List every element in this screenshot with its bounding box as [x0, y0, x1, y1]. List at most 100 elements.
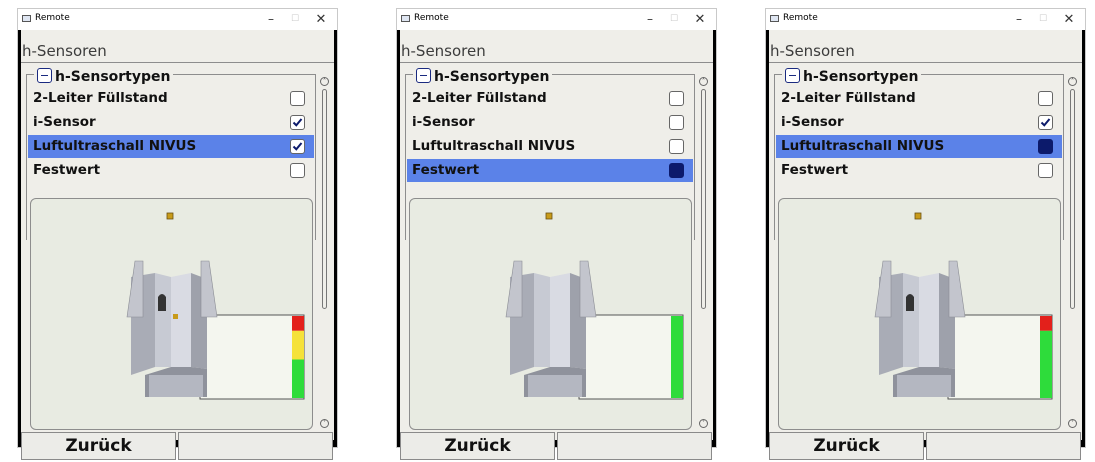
- minimize-button[interactable]: –: [640, 11, 660, 28]
- right-softkey[interactable]: [557, 432, 712, 460]
- scrollbar-thumb[interactable]: [701, 89, 706, 309]
- right-softkey[interactable]: [926, 432, 1081, 460]
- sensor-checkbox[interactable]: [1038, 91, 1053, 106]
- sensor-checkbox[interactable]: [669, 163, 684, 178]
- scroll-up-icon[interactable]: ˄: [699, 77, 708, 86]
- back-softkey[interactable]: Zurück: [21, 432, 176, 460]
- sensor-option-row[interactable]: Luftultraschall NIVUS: [407, 135, 693, 158]
- softkey-bar: Zurück: [769, 432, 1082, 462]
- channel-illustration: [505, 212, 684, 400]
- sensor-checkbox[interactable]: [669, 91, 684, 106]
- scrollbar[interactable]: ˄ ˅: [699, 77, 708, 428]
- remote-window: Remote – ☐ ✕ h-Sensoren h-Sensortypen 2-Leiter…: [765, 8, 1086, 460]
- page-title: h-Sensoren: [769, 40, 1082, 63]
- sensor-option-label: Festwert: [781, 162, 849, 178]
- sensor-option-label: i-Sensor: [412, 114, 475, 130]
- title-bar: Remote – ☐ ✕: [397, 9, 716, 30]
- sensor-checkbox[interactable]: [290, 163, 305, 178]
- channel-illustration: [874, 212, 1053, 400]
- scroll-up-icon[interactable]: ˄: [1068, 77, 1077, 86]
- app-window-icon: [770, 15, 779, 22]
- sensor-checkbox[interactable]: [1038, 115, 1053, 130]
- maximize-button[interactable]: ☐: [664, 11, 684, 28]
- scrollbar[interactable]: ˄ ˅: [320, 77, 329, 428]
- sensor-option-row[interactable]: i-Sensor: [407, 111, 693, 134]
- collapse-minus-icon[interactable]: [416, 68, 431, 83]
- sensor-option-row[interactable]: i-Sensor: [28, 111, 314, 134]
- group-header[interactable]: h-Sensortypen: [34, 68, 174, 86]
- sensor-option-label: Luftultraschall NIVUS: [33, 138, 197, 154]
- sensor-option-label: Festwert: [412, 162, 480, 178]
- right-softkey[interactable]: [178, 432, 333, 460]
- sensor-option-label: Luftultraschall NIVUS: [781, 138, 945, 154]
- window-title: Remote: [35, 13, 70, 23]
- group-title: h-Sensortypen: [803, 69, 919, 85]
- scroll-up-icon[interactable]: ˄: [320, 77, 329, 86]
- sensor-option-label: 2-Leiter Füllstand: [33, 90, 168, 106]
- sensor-checkbox[interactable]: [1038, 163, 1053, 178]
- softkey-bar: Zurück: [400, 432, 713, 462]
- sensor-option-row[interactable]: Festwert: [28, 159, 314, 182]
- scrollbar-thumb[interactable]: [1070, 89, 1075, 309]
- sensor-option-row[interactable]: 2-Leiter Füllstand: [28, 87, 314, 110]
- minimize-button[interactable]: –: [1009, 11, 1029, 28]
- sensor-option-row[interactable]: 2-Leiter Füllstand: [776, 87, 1062, 110]
- sensor-option-label: i-Sensor: [33, 114, 96, 130]
- sensor-option-label: Luftultraschall NIVUS: [412, 138, 576, 154]
- app-window-icon: [401, 15, 410, 22]
- back-softkey[interactable]: Zurück: [769, 432, 924, 460]
- group-header[interactable]: h-Sensortypen: [782, 68, 922, 86]
- close-button[interactable]: ✕: [690, 11, 710, 28]
- sensor-option-row[interactable]: 2-Leiter Füllstand: [407, 87, 693, 110]
- level-chart-frame: [947, 314, 1053, 400]
- sensor-option-label: 2-Leiter Füllstand: [781, 90, 916, 106]
- sensor-option-row[interactable]: Luftultraschall NIVUS: [28, 135, 314, 158]
- sensor-option-row[interactable]: Luftultraschall NIVUS: [776, 135, 1062, 158]
- scroll-down-icon[interactable]: ˅: [699, 419, 708, 428]
- sensor-checkbox[interactable]: [1038, 139, 1053, 154]
- sensor-checkbox[interactable]: [290, 115, 305, 130]
- window-title: Remote: [414, 13, 449, 23]
- scroll-down-icon[interactable]: ˅: [320, 419, 329, 428]
- sensor-marker-icon: [914, 212, 922, 220]
- collapse-minus-icon[interactable]: [785, 68, 800, 83]
- softkey-bar: Zurück: [21, 432, 334, 462]
- sensor-device-icon: [906, 294, 914, 311]
- sensor-marker-icon: [166, 212, 174, 220]
- level-chart-frame: [199, 314, 305, 400]
- scrollbar[interactable]: ˄ ˅: [1068, 77, 1077, 428]
- scroll-down-icon[interactable]: ˅: [1068, 419, 1077, 428]
- sensor-preview-panel: [409, 198, 692, 430]
- device-screen: h-Sensoren h-Sensortypen 2-Leiter Füllstan…: [400, 30, 713, 460]
- sensor-checkbox[interactable]: [669, 139, 684, 154]
- sensor-checkbox[interactable]: [290, 91, 305, 106]
- sensor-option-row[interactable]: i-Sensor: [776, 111, 1062, 134]
- sensor-preview-panel: [778, 198, 1061, 430]
- page-title: h-Sensoren: [21, 40, 334, 63]
- close-button[interactable]: ✕: [311, 11, 331, 28]
- device-screen: h-Sensoren h-Sensortypen 2-Leiter Füllstan…: [769, 30, 1082, 460]
- sensor-preview-panel: [30, 198, 313, 430]
- maximize-button[interactable]: ☐: [285, 11, 305, 28]
- group-header[interactable]: h-Sensortypen: [413, 68, 553, 86]
- back-softkey[interactable]: Zurück: [400, 432, 555, 460]
- sensor-option-label: i-Sensor: [781, 114, 844, 130]
- maximize-button[interactable]: ☐: [1033, 11, 1053, 28]
- remote-window: Remote – ☐ ✕ h-Sensoren h-Sensortypen 2-Leiter…: [17, 8, 338, 460]
- sensor-checkbox[interactable]: [290, 139, 305, 154]
- channel-illustration: [126, 212, 305, 400]
- minimize-button[interactable]: –: [261, 11, 281, 28]
- close-button[interactable]: ✕: [1059, 11, 1079, 28]
- sensor-option-row[interactable]: Festwert: [407, 159, 693, 182]
- window-title: Remote: [783, 13, 818, 23]
- sensor-option-row[interactable]: Festwert: [776, 159, 1062, 182]
- scrollbar-thumb[interactable]: [322, 89, 327, 309]
- device-screen: h-Sensoren h-Sensortypen 2-Leiter Füllstan…: [21, 30, 334, 460]
- level-bar: [1040, 316, 1052, 398]
- collapse-minus-icon[interactable]: [37, 68, 52, 83]
- sensor-checkbox[interactable]: [669, 115, 684, 130]
- level-bar: [292, 316, 304, 398]
- title-bar: Remote – ☐ ✕: [18, 9, 337, 30]
- page-title: h-Sensoren: [400, 40, 713, 63]
- app-window-icon: [22, 15, 31, 22]
